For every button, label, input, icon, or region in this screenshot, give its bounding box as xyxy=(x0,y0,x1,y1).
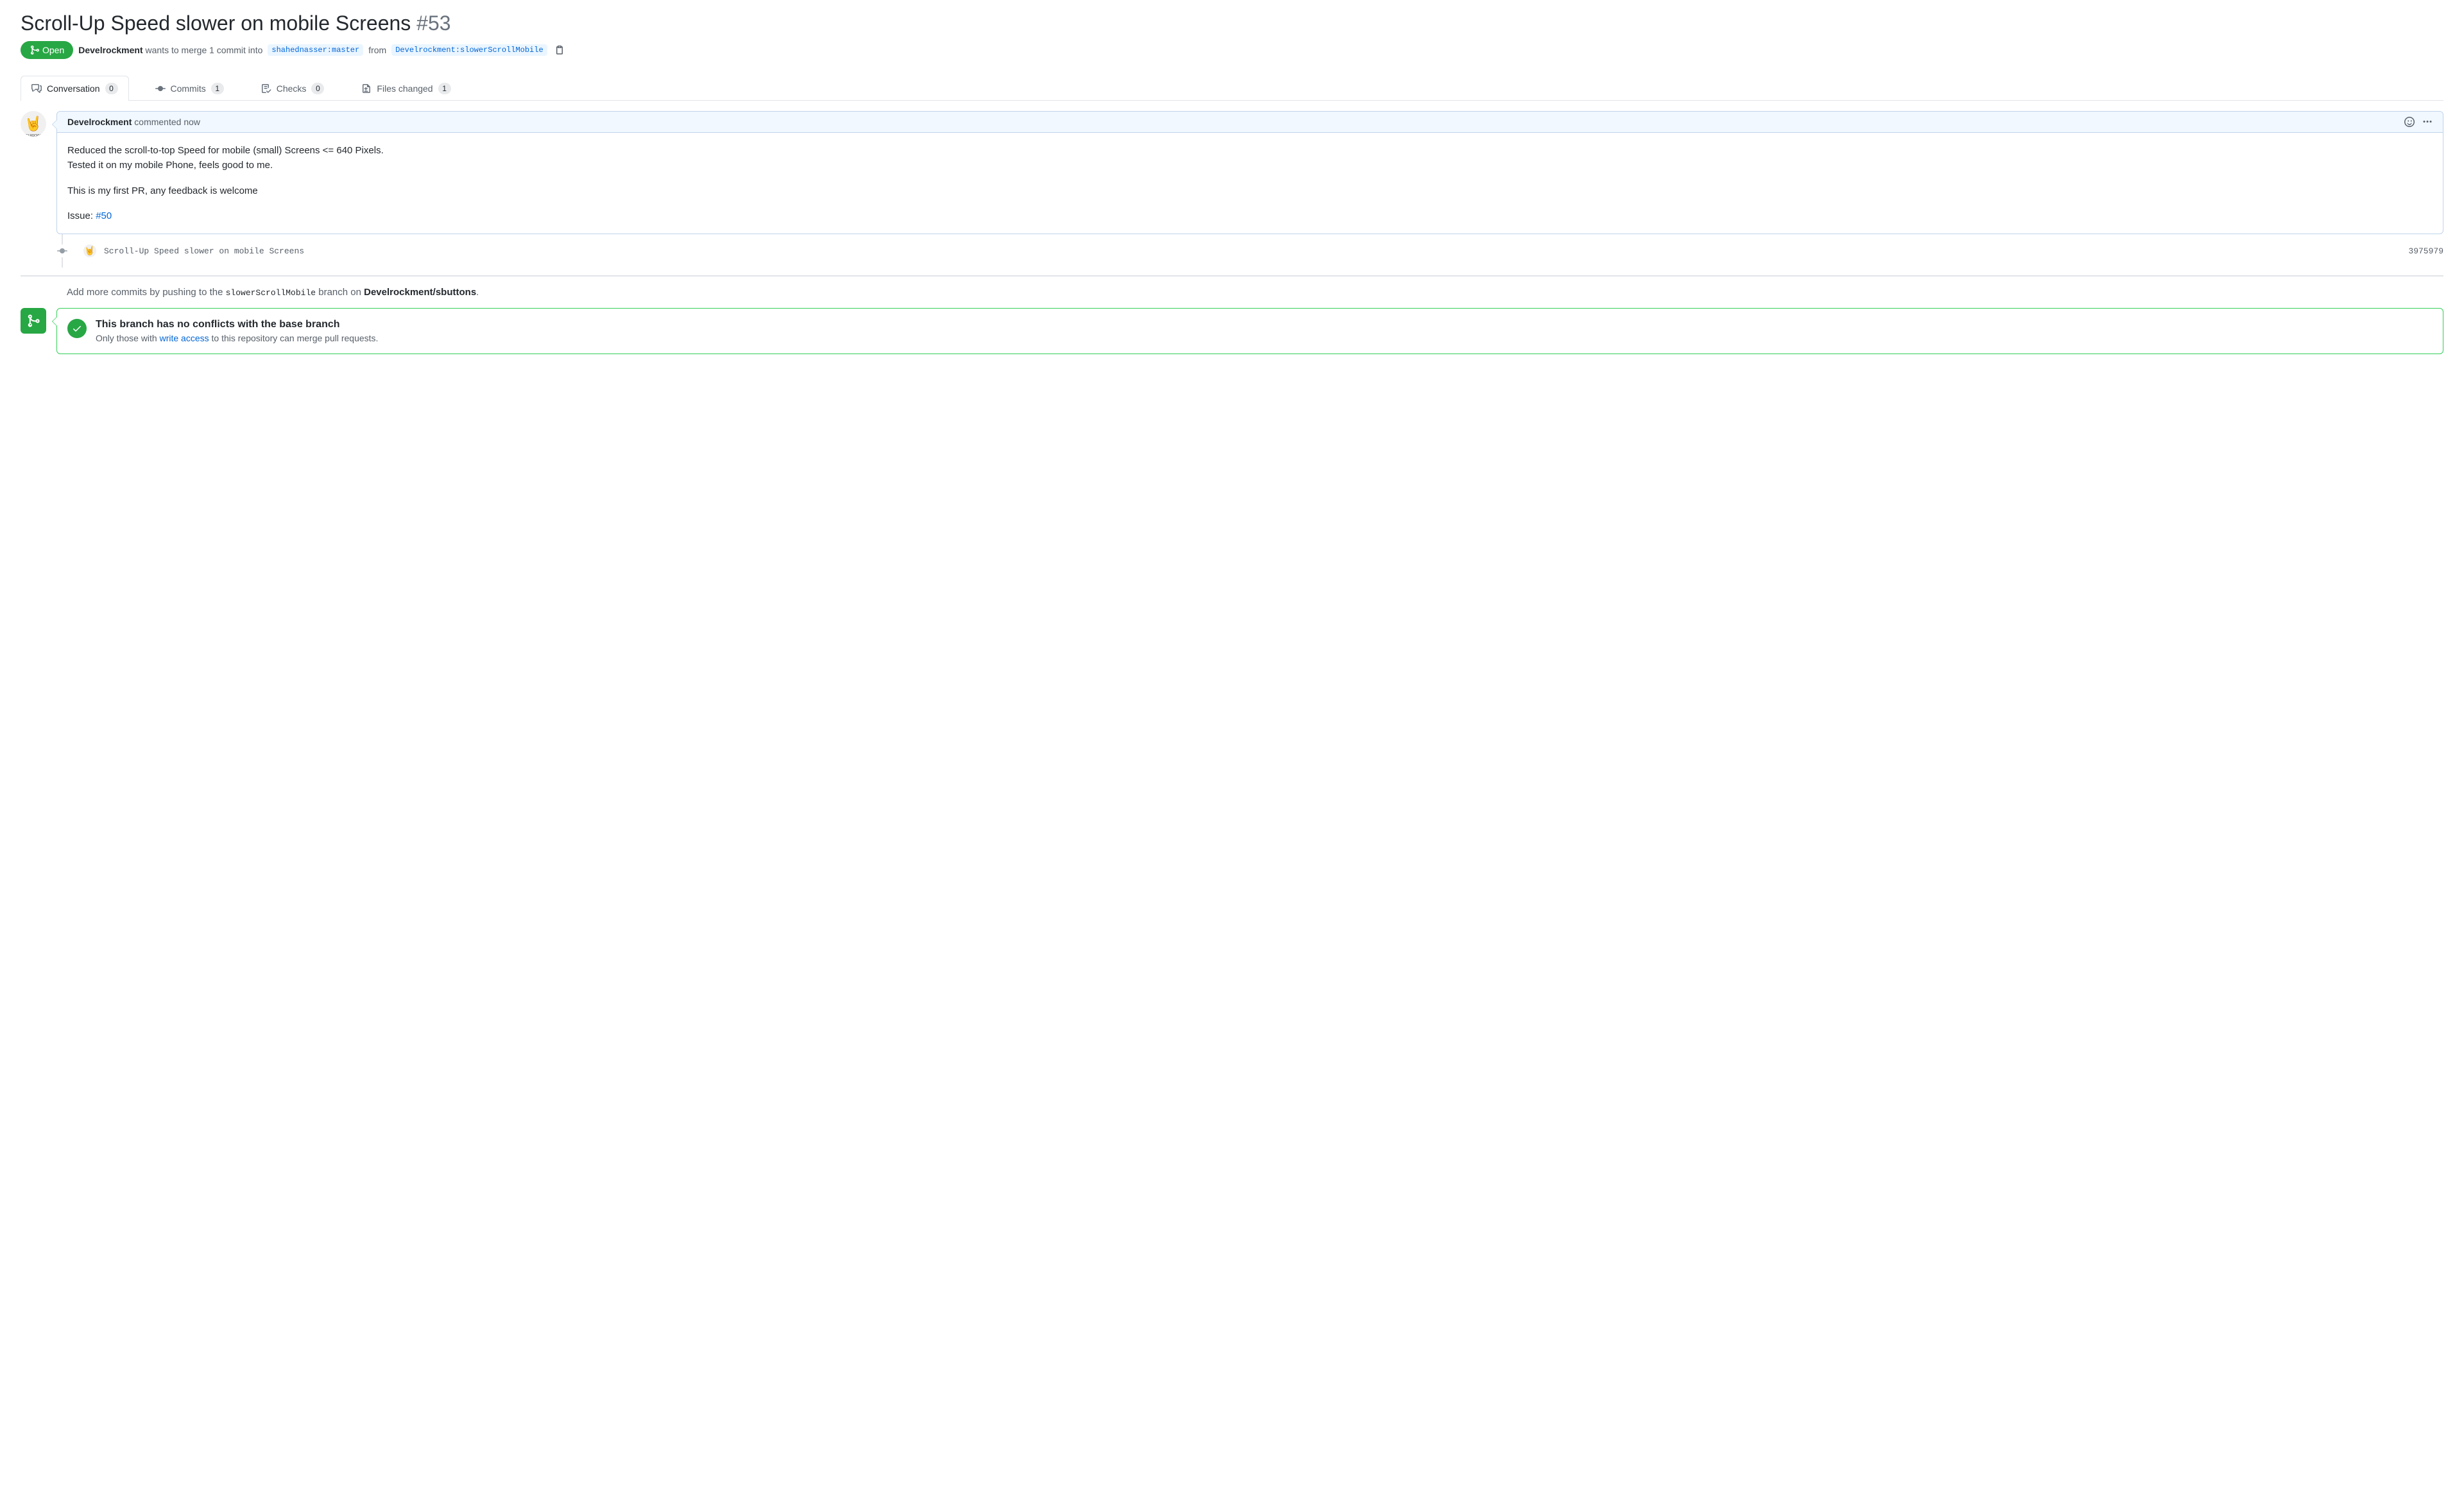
checklist-icon xyxy=(261,83,271,94)
pr-meta-row: Open Develrockment wants to merge 1 comm… xyxy=(21,41,2443,64)
tab-conversation[interactable]: Conversation 0 xyxy=(21,76,129,101)
merge-status-subtitle: Only those with write access to this rep… xyxy=(96,333,378,343)
commit-author-avatar[interactable]: 🤘 xyxy=(83,244,96,257)
state-badge-label: Open xyxy=(42,45,64,55)
tab-files-label: Files changed xyxy=(377,83,432,94)
timeline-divider xyxy=(21,275,2443,277)
comment-time[interactable]: now xyxy=(184,117,200,127)
avatar-caption: DEVELROCKMENT xyxy=(21,135,46,137)
pr-description-comment: Develrockment commented now Reduced the … xyxy=(56,111,2443,234)
pr-title: Scroll-Up Speed slower on mobile Screens… xyxy=(21,10,2443,36)
file-diff-icon xyxy=(361,83,372,94)
comment-header: Develrockment commented now xyxy=(57,112,2443,133)
git-commit-icon xyxy=(57,246,67,256)
pr-title-text: Scroll-Up Speed slower on mobile Screens xyxy=(21,12,411,35)
tab-checks-label: Checks xyxy=(277,83,307,94)
merge-status-title: This branch has no conflicts with the ba… xyxy=(96,319,378,330)
merge-status-box: This branch has no conflicts with the ba… xyxy=(56,308,2443,354)
git-pull-request-icon xyxy=(30,45,40,55)
comment-body: Reduced the scroll-to-top Speed for mobi… xyxy=(57,133,2443,234)
commit-message[interactable]: Scroll-Up Speed slower on mobile Screens xyxy=(104,246,2400,256)
merge-check-circle xyxy=(67,319,87,338)
comment-commented-text: commented xyxy=(134,117,181,127)
avatar-emoji: 🤘 xyxy=(24,115,42,132)
comment-actions-menu[interactable] xyxy=(2422,117,2433,127)
git-commit-icon xyxy=(155,83,166,94)
from-text: from xyxy=(368,45,386,55)
tab-commits-count: 1 xyxy=(211,83,224,94)
tab-files[interactable]: Files changed 1 xyxy=(350,76,461,101)
head-branch-pill[interactable]: Develrockment:slowerScrollMobile xyxy=(391,44,547,56)
pr-meta-text: Develrockment wants to merge 1 commit in… xyxy=(78,45,262,55)
timeline-commit-badge xyxy=(56,244,69,257)
git-merge-icon xyxy=(26,314,40,328)
comment-body-line2: Tested it on my mobile Phone, feels good… xyxy=(67,160,273,171)
push-hint-branch: slowerScrollMobile xyxy=(226,288,316,298)
smiley-icon xyxy=(2404,117,2415,127)
comment-issue-prefix: Issue: xyxy=(67,210,96,221)
comment-discussion-icon xyxy=(31,83,42,94)
comment-body-line1: Reduced the scroll-to-top Speed for mobi… xyxy=(67,145,384,156)
add-reaction-button[interactable] xyxy=(2404,117,2415,127)
pr-tabnav: Conversation 0 Commits 1 Checks 0 Files … xyxy=(21,76,2443,101)
state-badge-open: Open xyxy=(21,41,73,59)
check-icon xyxy=(72,323,82,334)
tab-checks[interactable]: Checks 0 xyxy=(250,76,336,101)
pr-author[interactable]: Develrockment xyxy=(78,45,142,55)
commit-timeline-item: 🤘 Scroll-Up Speed slower on mobile Scree… xyxy=(67,234,2443,268)
tab-conversation-count: 0 xyxy=(105,83,118,94)
push-hint: Add more commits by pushing to the slowe… xyxy=(67,287,2443,298)
clipboard-icon xyxy=(554,45,565,55)
merge-status-badge xyxy=(21,308,46,334)
tab-conversation-label: Conversation xyxy=(47,83,100,94)
tab-commits[interactable]: Commits 1 xyxy=(144,76,235,101)
comment-body-line3: This is my first PR, any feedback is wel… xyxy=(67,183,2433,198)
push-hint-repo: Develrockment/sbuttons xyxy=(364,287,476,298)
tab-checks-count: 0 xyxy=(311,83,324,94)
copy-branch-button[interactable] xyxy=(552,43,567,57)
author-avatar[interactable]: 🤘 DEVELROCKMENT xyxy=(21,111,46,137)
pr-number: #53 xyxy=(416,12,450,35)
commit-sha[interactable]: 3975979 xyxy=(2408,246,2443,256)
tab-files-count: 1 xyxy=(438,83,451,94)
write-access-link[interactable]: write access xyxy=(160,333,209,343)
comment-author[interactable]: Develrockment xyxy=(67,117,132,127)
base-branch-pill[interactable]: shahednasser:master xyxy=(268,44,363,56)
tab-commits-label: Commits xyxy=(171,83,206,94)
comment-issue-link[interactable]: #50 xyxy=(96,210,112,221)
kebab-icon xyxy=(2422,117,2433,127)
